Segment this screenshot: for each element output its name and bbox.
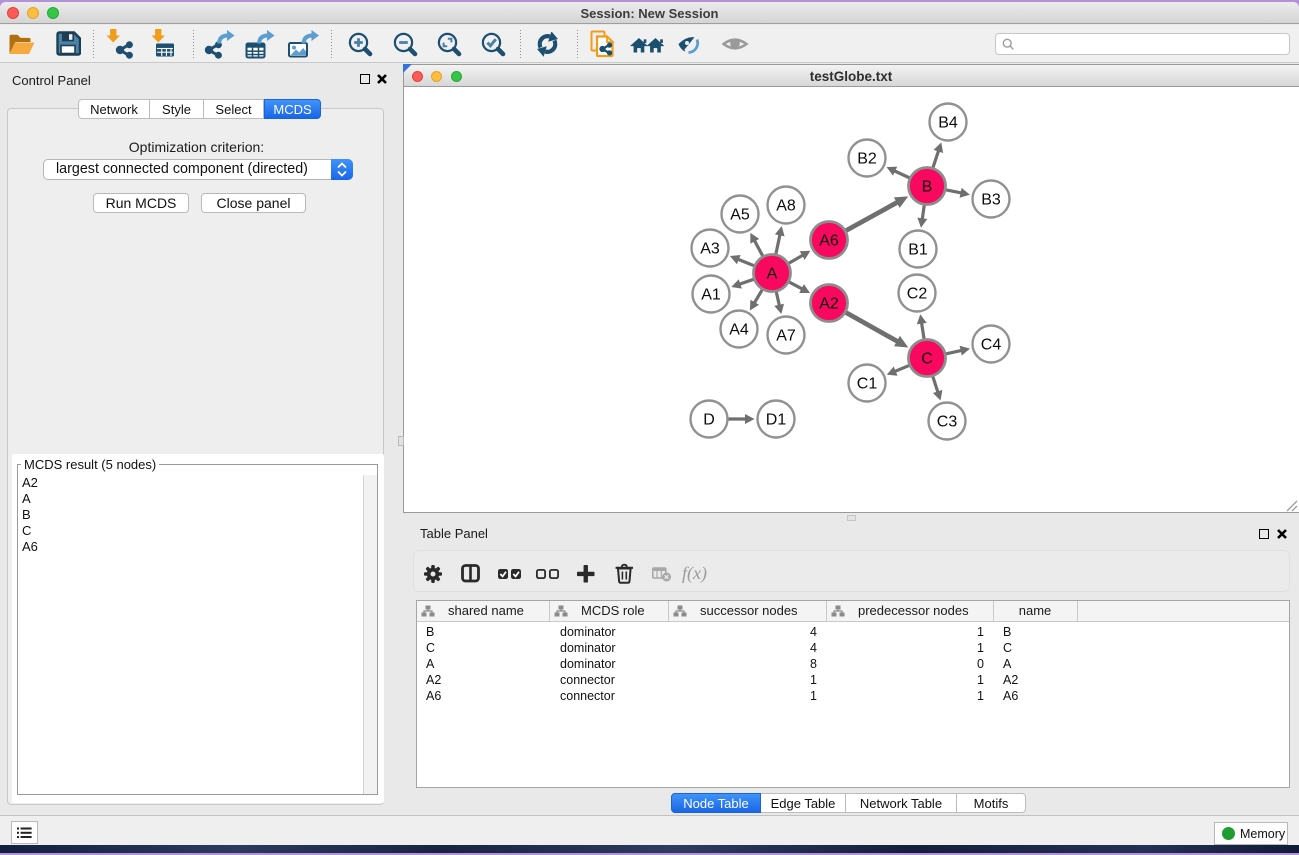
svg-text:A5: A5 [730, 207, 750, 224]
svg-text:C3: C3 [937, 414, 958, 431]
svg-text:A7: A7 [776, 328, 796, 345]
svg-text:B4: B4 [938, 115, 958, 132]
svg-text:B2: B2 [857, 151, 877, 168]
svg-text:A8: A8 [776, 198, 796, 215]
svg-text:A6: A6 [819, 233, 839, 250]
svg-text:D1: D1 [766, 412, 787, 429]
svg-text:C4: C4 [981, 337, 1002, 354]
svg-text:A2: A2 [819, 296, 839, 313]
svg-text:D: D [703, 412, 715, 429]
svg-text:C2: C2 [907, 286, 928, 303]
svg-text:A3: A3 [700, 241, 720, 258]
svg-text:B1: B1 [908, 242, 928, 259]
svg-text:A: A [767, 266, 778, 283]
svg-text:B: B [922, 179, 933, 196]
svg-text:B3: B3 [981, 192, 1001, 209]
svg-text:C: C [921, 351, 933, 368]
svg-text:A4: A4 [729, 322, 749, 339]
svg-text:A1: A1 [701, 287, 721, 304]
svg-text:C1: C1 [857, 376, 878, 393]
